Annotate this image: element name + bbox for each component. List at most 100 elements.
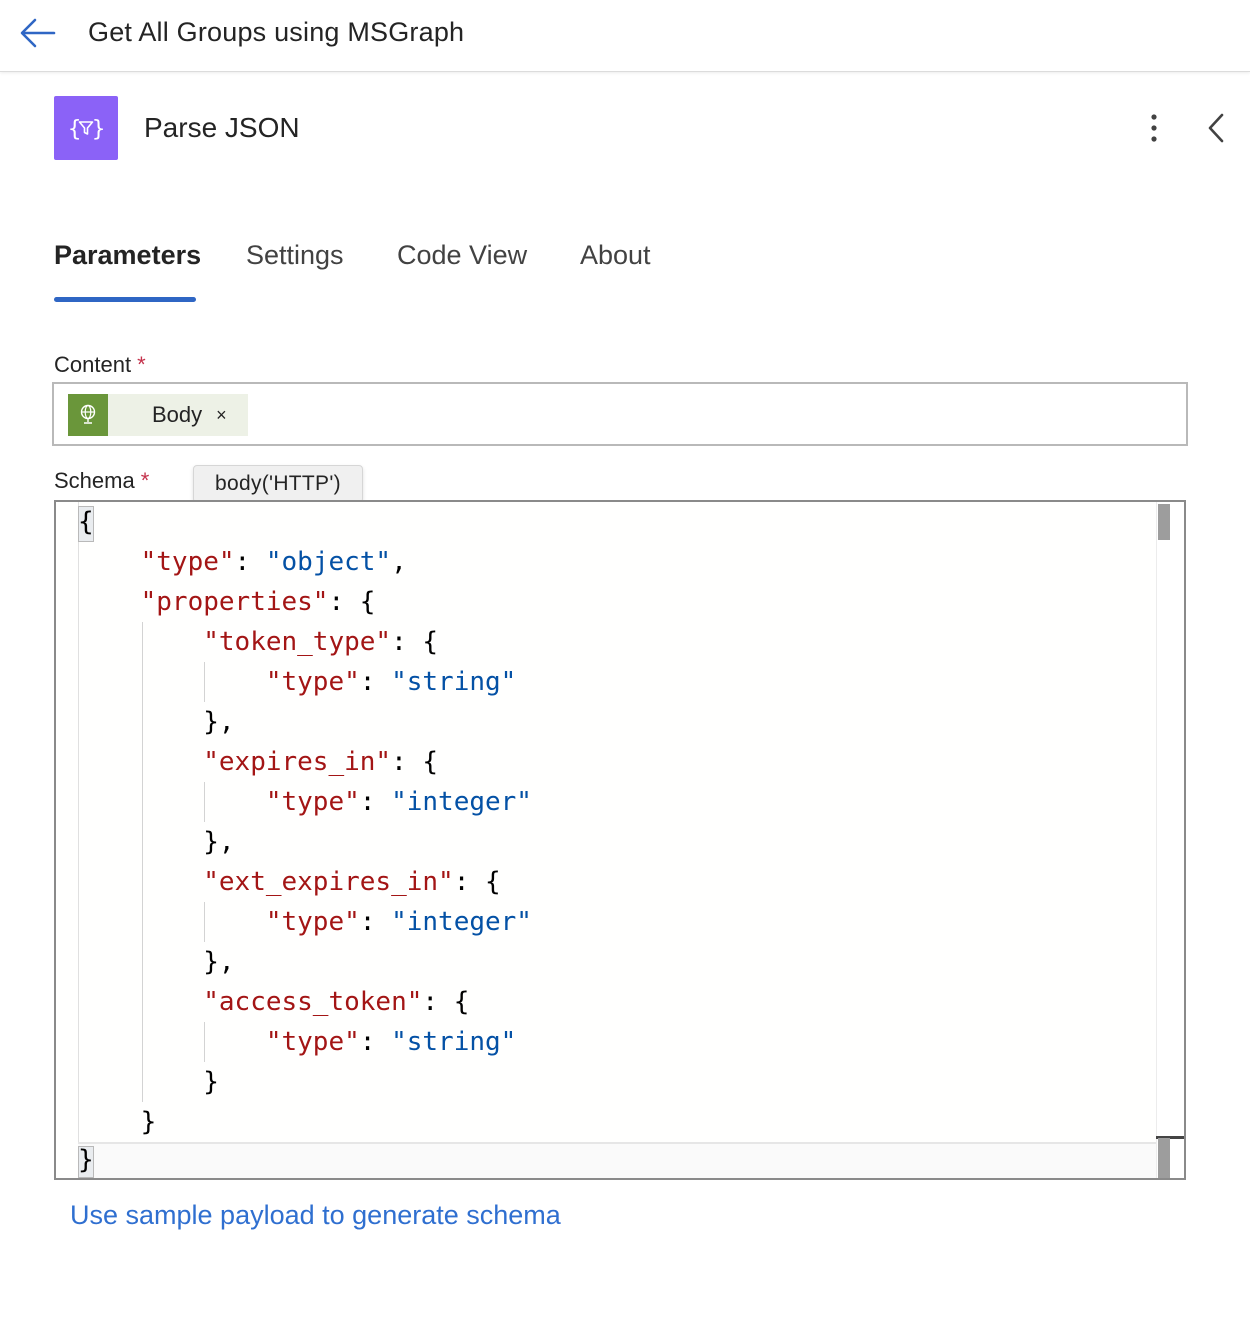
json-punctuation: [78, 587, 141, 617]
json-punctuation: [78, 907, 266, 937]
code-line: "type": "string": [78, 1022, 516, 1062]
globe-icon: [68, 394, 108, 436]
json-key: "type": [265, 787, 360, 817]
more-options-button[interactable]: [1138, 110, 1170, 146]
active-tab-indicator: [54, 297, 196, 302]
json-punctuation: },: [78, 827, 235, 857]
schema-label-text: Schema: [54, 468, 135, 493]
code-line: }: [78, 1062, 219, 1102]
json-string-value: "object": [265, 547, 392, 577]
flow-title: Get All Groups using MSGraph: [88, 17, 465, 47]
json-punctuation: [375, 907, 391, 937]
json-punctuation: [78, 667, 266, 697]
json-punctuation: },: [78, 707, 235, 737]
token-remove-button[interactable]: ×: [216, 405, 227, 426]
json-punctuation: ,: [391, 547, 407, 577]
json-punctuation: [375, 667, 391, 697]
code-line: "token_type": {: [78, 622, 438, 662]
code-line: "type": "object",: [78, 542, 407, 582]
svg-text:}: }: [92, 117, 104, 142]
code-line: },: [78, 942, 234, 982]
schema-code-editor[interactable]: { "type": "object", "properties": { "tok…: [54, 500, 1186, 1180]
code-line: },: [78, 702, 235, 742]
content-label: Content *: [54, 352, 146, 378]
json-punctuation: :: [359, 787, 376, 817]
tab-parameters[interactable]: Parameters: [54, 240, 201, 271]
top-bar: Get All Groups using MSGraph: [0, 0, 1250, 72]
json-punctuation: :: [359, 667, 376, 697]
json-punctuation: [78, 747, 203, 777]
json-key: "type": [140, 547, 235, 577]
code-line: "access_token": {: [78, 982, 469, 1022]
action-title: Parse JSON: [144, 112, 300, 143]
tab-code-view[interactable]: Code View: [397, 240, 527, 271]
json-punctuation: {: [469, 867, 501, 897]
json-string-value: "integer": [391, 787, 532, 817]
json-punctuation: }: [78, 1067, 219, 1097]
code-line: },: [78, 822, 235, 862]
chevron-left-icon: [1208, 113, 1224, 143]
json-key: "type": [265, 667, 360, 697]
code-line: "expires_in": {: [78, 742, 438, 782]
code-line: "type": "string": [78, 662, 516, 702]
json-punctuation: [375, 1027, 391, 1057]
json-punctuation: :: [391, 747, 407, 777]
tab-settings[interactable]: Settings: [246, 240, 344, 271]
json-punctuation: [78, 547, 141, 577]
use-sample-payload-link[interactable]: Use sample payload to generate schema: [70, 1200, 561, 1231]
json-key: "expires_in": [203, 747, 392, 777]
content-label-text: Content: [54, 352, 132, 377]
json-string-value: "string": [391, 1027, 517, 1057]
json-punctuation: }: [78, 1107, 157, 1137]
code-line: "type": "integer": [78, 902, 532, 942]
json-key: "access_token": [203, 987, 423, 1017]
json-punctuation: {: [406, 627, 439, 657]
json-punctuation: {: [78, 507, 94, 537]
json-punctuation: [78, 1027, 266, 1057]
token-expression-tooltip: body('HTTP'): [193, 465, 363, 503]
code-line: {: [78, 502, 94, 542]
required-marker: *: [137, 352, 146, 377]
json-punctuation: [78, 987, 203, 1017]
json-key: "ext_expires_in": [203, 867, 454, 897]
json-punctuation: :: [453, 867, 470, 897]
json-punctuation: [78, 627, 203, 657]
json-punctuation: :: [328, 587, 345, 617]
json-punctuation: :: [234, 547, 251, 577]
json-key: "type": [265, 907, 360, 937]
svg-text:{: {: [68, 117, 81, 142]
tab-about[interactable]: About: [580, 240, 651, 271]
json-punctuation: {: [438, 987, 470, 1017]
json-punctuation: [78, 867, 203, 897]
json-punctuation: :: [359, 907, 376, 937]
back-button[interactable]: [18, 16, 58, 50]
current-line-highlight: [78, 1142, 1158, 1178]
code-line: "type": "integer": [78, 782, 532, 822]
json-punctuation: [250, 547, 266, 577]
scrollbar-thumb[interactable]: [1158, 1138, 1170, 1178]
json-key: "properties": [140, 587, 329, 617]
code-line: "ext_expires_in": {: [78, 862, 501, 902]
scrollbar-thumb[interactable]: [1158, 504, 1170, 540]
collapse-panel-button[interactable]: [1200, 110, 1232, 146]
braces-filter-icon: { }: [54, 96, 118, 160]
json-punctuation: :: [422, 987, 439, 1017]
editor-scrollbar[interactable]: [1156, 502, 1184, 1178]
schema-label: Schema *: [54, 468, 149, 494]
code-line: "properties": {: [78, 582, 376, 622]
token-label: Body: [152, 402, 203, 427]
code-line: }: [78, 1102, 157, 1142]
json-string-value: "string": [391, 667, 517, 697]
schema-code: { "type": "object", "properties": { "tok…: [78, 502, 532, 1175]
json-punctuation: {: [406, 747, 439, 777]
body-token[interactable]: Body ×: [68, 394, 248, 436]
arrow-left-icon: [20, 18, 56, 48]
required-marker: *: [140, 468, 150, 493]
json-key: "token_type": [203, 627, 392, 657]
content-input[interactable]: Body ×: [52, 382, 1188, 446]
json-punctuation: :: [359, 1027, 376, 1057]
json-punctuation: {: [344, 587, 376, 617]
json-key: "type": [265, 1027, 360, 1057]
json-string-value: "integer": [391, 907, 532, 937]
json-punctuation: }: [78, 1145, 94, 1175]
